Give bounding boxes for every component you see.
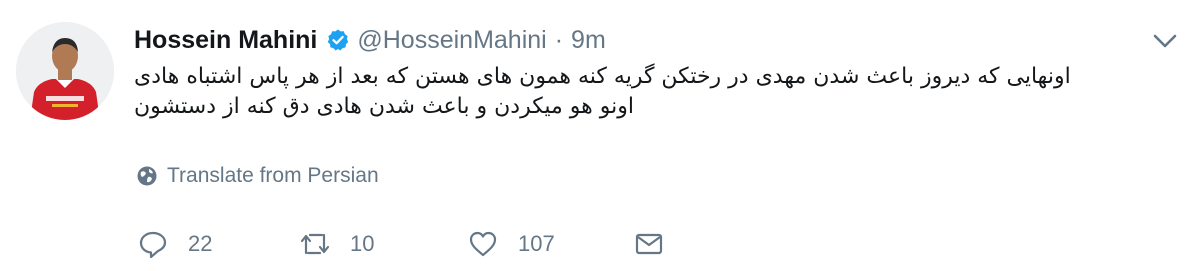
direct-message-button[interactable] (634, 226, 664, 262)
verified-badge-icon (328, 29, 349, 51)
retweet-button[interactable]: 10 (300, 226, 374, 262)
tweet-header: Hossein Mahini @HosseinMahini · 9m (134, 24, 606, 56)
tweet-card[interactable]: Hossein Mahini @HosseinMahini · 9m اونها… (0, 0, 1200, 271)
heart-icon (469, 231, 497, 257)
tweet-text: اونهایی که دیروز باعث شدن مهدی در رختکن … (134, 62, 1146, 122)
translate-label: Translate from Persian (167, 164, 379, 187)
avatar[interactable] (16, 22, 114, 120)
avatar-photo (16, 22, 114, 120)
tweet-text-line: اونو هو میکردن و باعث شدن هادی دق کنه از… (134, 94, 634, 119)
author-name[interactable]: Hossein Mahini (134, 26, 317, 55)
like-button[interactable]: 107 (468, 226, 555, 262)
tweet-text-line: اونهایی که دیروز باعث شدن مهدی در رختکن … (134, 64, 1071, 89)
tweet-actions: 22 10 107 (138, 226, 678, 262)
reply-icon (139, 231, 167, 259)
globe-icon (137, 166, 157, 186)
like-count: 107 (518, 231, 555, 256)
reply-button[interactable]: 22 (138, 226, 212, 262)
envelope-icon (635, 233, 663, 255)
reply-count: 22 (188, 231, 213, 256)
translate-link[interactable]: Translate from Persian (136, 164, 379, 188)
retweet-icon (300, 233, 330, 255)
retweet-count: 10 (350, 231, 375, 256)
author-handle[interactable]: @HosseinMahini (357, 26, 546, 55)
chevron-down-icon[interactable] (1150, 30, 1180, 52)
separator-dot: · (554, 25, 564, 54)
timestamp[interactable]: 9m (571, 26, 606, 55)
